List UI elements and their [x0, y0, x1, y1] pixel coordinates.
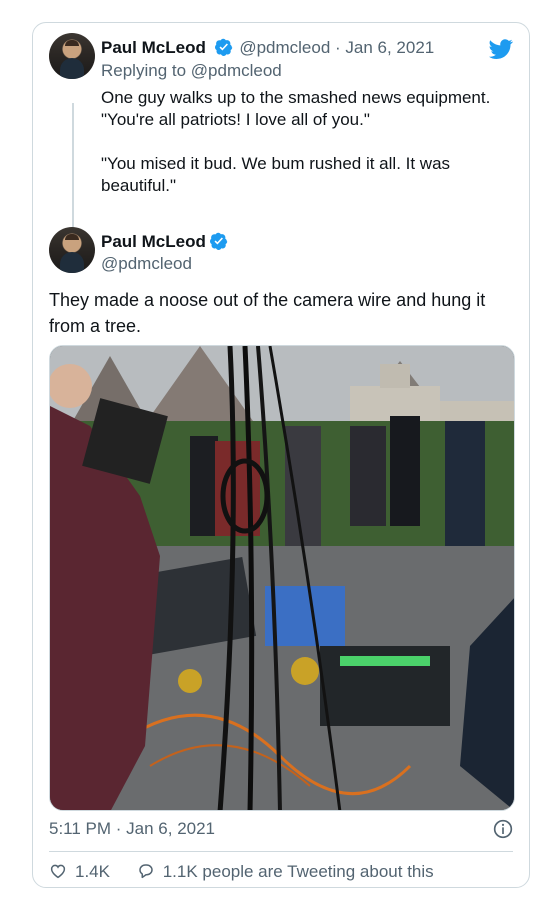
like-button[interactable]: 1.4K — [49, 861, 110, 883]
tweeting-about-label: 1.1K people are Tweeting about this — [162, 862, 434, 881]
replying-to-label[interactable]: Replying to @pdmcleod — [101, 61, 282, 81]
avatar[interactable] — [49, 33, 95, 79]
embedded-tweet-card: Paul McLeod @pdmcleod · Jan 6, 2021 Repl… — [32, 22, 530, 888]
parent-tweet-text: One guy walks up to the smashed news equ… — [101, 88, 491, 195]
avatar[interactable] — [49, 227, 95, 273]
author-name[interactable]: Paul McLeod — [101, 38, 206, 57]
author-handle[interactable]: @pdmcleod — [101, 253, 230, 275]
main-tweet-header: Paul McLeod @pdmcleod — [101, 231, 230, 275]
tweet-photo[interactable] — [49, 345, 515, 811]
tweeting-about-link[interactable]: 1.1K people are Tweeting about this — [137, 861, 434, 883]
tweet-actions: 1.4K 1.1K people are Tweeting about this — [49, 861, 434, 883]
like-count: 1.4K — [75, 862, 110, 881]
photo-scene — [50, 346, 514, 810]
author-name[interactable]: Paul McLeod — [101, 232, 206, 251]
main-tweet-text: They made a noose out of the camera wire… — [49, 290, 486, 336]
parent-tweet-header: Paul McLeod @pdmcleod · Jan 6, 2021 — [101, 38, 434, 58]
speech-bubble-icon — [138, 864, 153, 879]
tweet-timestamp[interactable]: 5:11 PM · Jan 6, 2021 — [49, 819, 215, 839]
handle-and-date[interactable]: @pdmcleod · Jan 6, 2021 — [239, 38, 434, 57]
heart-icon — [50, 864, 66, 879]
info-icon[interactable] — [493, 819, 513, 839]
twitter-bird-icon[interactable] — [489, 37, 513, 61]
divider — [49, 851, 513, 852]
verified-badge-icon — [214, 38, 232, 56]
verified-badge-icon — [209, 232, 228, 250]
